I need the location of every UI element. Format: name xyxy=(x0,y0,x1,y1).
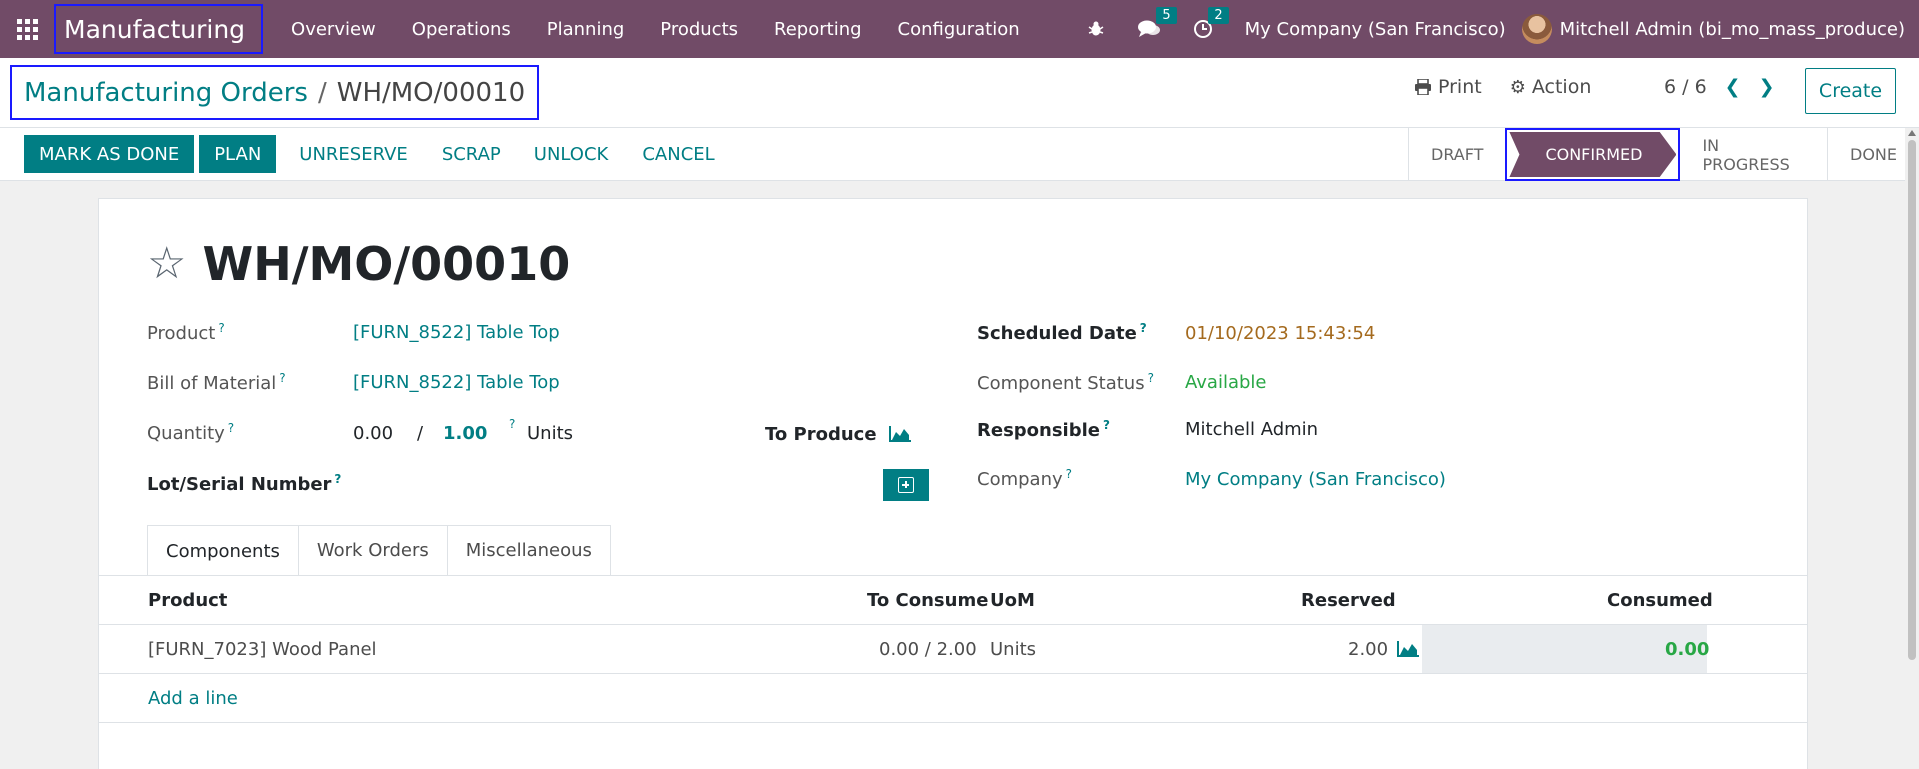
scheduled-date-label: Scheduled Date? xyxy=(977,321,1147,344)
add-line-row: Add a line xyxy=(99,674,1807,723)
row-to-consume: 0.00 / 2.00 xyxy=(879,639,977,660)
app-name[interactable]: Manufacturing xyxy=(54,4,264,54)
row-reserved: 2.00 xyxy=(1348,639,1389,660)
qty-help: ? xyxy=(509,417,516,431)
menu-reporting[interactable]: Reporting xyxy=(756,19,880,40)
qty-separator: / xyxy=(417,423,424,444)
breadcrumb: Manufacturing Orders / WH/MO/00010 xyxy=(10,65,540,120)
scroll-up-icon[interactable] xyxy=(1908,130,1916,136)
user-menu[interactable]: Mitchell Admin (bi_mo_mass_produce) xyxy=(1521,14,1919,44)
debug-bug-icon[interactable] xyxy=(1071,20,1121,38)
control-panel: Manufacturing Orders / WH/MO/00010 Print… xyxy=(0,58,1919,128)
quantity-label: Quantity? xyxy=(147,421,235,444)
scrap-button[interactable]: SCRAP xyxy=(426,135,517,173)
pager-previous-icon[interactable]: ❮ xyxy=(1725,76,1741,98)
forecast-chart-icon[interactable] xyxy=(889,426,911,442)
company-switcher[interactable]: My Company (San Francisco) xyxy=(1229,19,1522,40)
row-uom: Units xyxy=(990,639,1037,660)
scheduled-date-field[interactable]: 01/10/2023 15:43:54 xyxy=(1185,323,1375,344)
components-table: Product To Consume UoM Reserved Consumed… xyxy=(99,576,1807,723)
responsible-field[interactable]: Mitchell Admin xyxy=(1185,419,1318,440)
stage-draft[interactable]: DRAFT xyxy=(1408,128,1505,181)
activities-clock-icon[interactable]: 2 xyxy=(1177,7,1229,39)
action-label: Action xyxy=(1531,76,1592,98)
create-button[interactable]: Create xyxy=(1805,68,1896,114)
cancel-button[interactable]: CANCEL xyxy=(625,135,731,173)
user-name: Mitchell Admin (bi_mo_mass_produce) xyxy=(1559,18,1905,40)
col-uom[interactable]: UoM xyxy=(990,590,1035,611)
generate-serial-button[interactable] xyxy=(883,469,929,501)
action-button[interactable]: ⚙ Action xyxy=(1510,76,1592,98)
product-field[interactable]: [FURN_8522] Table Top xyxy=(353,322,560,343)
print-icon xyxy=(1415,79,1431,95)
breadcrumb-current: WH/MO/00010 xyxy=(336,77,526,108)
table-header: Product To Consume UoM Reserved Consumed xyxy=(99,576,1807,625)
row-product[interactable]: [FURN_7023] Wood Panel xyxy=(148,639,377,660)
pager-value[interactable]: 6 / 6 xyxy=(1664,76,1707,98)
component-status-value: Available xyxy=(1185,372,1267,393)
gear-icon: ⚙ xyxy=(1509,76,1526,98)
favorite-star-icon[interactable]: ☆ xyxy=(147,242,186,286)
statusbar: MARK AS DONE PLAN UNRESERVE SCRAP UNLOCK… xyxy=(0,128,1919,181)
menu-products[interactable]: Products xyxy=(642,19,756,40)
print-label: Print xyxy=(1438,76,1482,98)
table-row[interactable]: [FURN_7023] Wood Panel 0.00 / 2.00 Units… xyxy=(99,625,1807,674)
menu-planning[interactable]: Planning xyxy=(529,19,643,40)
col-to-consume[interactable]: To Consume xyxy=(867,590,988,611)
activities-badge: 2 xyxy=(1208,7,1229,24)
plus-square-icon xyxy=(898,477,914,493)
stage-confirmed-label: CONFIRMED xyxy=(1509,132,1677,177)
bom-field[interactable]: [FURN_8522] Table Top xyxy=(353,372,560,393)
menu-configuration[interactable]: Configuration xyxy=(880,19,1038,40)
responsible-label: Responsible? xyxy=(977,418,1110,441)
qty-total-input[interactable]: 1.00 xyxy=(443,423,487,444)
pager: 6 / 6 ❮ ❯ xyxy=(1664,76,1775,98)
breadcrumb-parent-link[interactable]: Manufacturing Orders xyxy=(24,78,308,108)
scrollbar[interactable] xyxy=(1905,128,1919,769)
avatar xyxy=(1521,14,1552,44)
pager-next-icon[interactable]: ❯ xyxy=(1759,76,1775,98)
scroll-thumb[interactable] xyxy=(1908,140,1916,660)
qty-uom: Units xyxy=(527,423,574,444)
unreserve-button[interactable]: UNRESERVE xyxy=(281,135,426,173)
stage-confirmed[interactable]: CONFIRMED xyxy=(1505,128,1681,181)
menu-operations[interactable]: Operations xyxy=(394,19,529,40)
component-status-label: Component Status? xyxy=(977,371,1154,394)
col-reserved[interactable]: Reserved xyxy=(1301,590,1396,611)
stage-pipeline: DRAFT CONFIRMED IN PROGRESS DONE xyxy=(1408,128,1919,181)
notebook-tabs: Components Work Orders Miscellaneous xyxy=(147,525,611,576)
mark-as-done-button[interactable]: MARK AS DONE xyxy=(24,135,195,173)
company-field[interactable]: My Company (San Francisco) xyxy=(1185,469,1446,490)
tab-miscellaneous[interactable]: Miscellaneous xyxy=(446,525,611,575)
product-label: Product? xyxy=(147,321,225,344)
col-consumed[interactable]: Consumed xyxy=(1607,590,1713,611)
row-forecast-chart-icon[interactable] xyxy=(1397,641,1419,657)
company-label: Company? xyxy=(977,467,1073,490)
form-sheet: ☆ WH/MO/00010 Product? [FURN_8522] Table… xyxy=(98,198,1808,769)
tab-components[interactable]: Components xyxy=(147,525,299,576)
add-a-line-link[interactable]: Add a line xyxy=(148,688,238,709)
top-navbar: Manufacturing Overview Operations Planni… xyxy=(0,0,1919,58)
record-title: WH/MO/00010 xyxy=(202,237,571,291)
breadcrumb-separator: / xyxy=(317,77,327,108)
main-menu: Overview Operations Planning Products Re… xyxy=(273,0,1038,58)
tab-work-orders[interactable]: Work Orders xyxy=(297,525,448,575)
col-product[interactable]: Product xyxy=(148,590,227,611)
unlock-button[interactable]: UNLOCK xyxy=(517,135,626,173)
to-produce-label: To Produce xyxy=(765,424,877,445)
print-button[interactable]: Print xyxy=(1414,76,1482,98)
qty-produced: 0.00 xyxy=(353,423,394,444)
row-consumed[interactable]: 0.00 xyxy=(1665,639,1709,660)
bom-label: Bill of Material? xyxy=(147,371,286,394)
plan-button[interactable]: PLAN xyxy=(199,135,277,173)
apps-menu-icon[interactable] xyxy=(0,0,54,58)
menu-overview[interactable]: Overview xyxy=(273,19,394,40)
lot-serial-label: Lot/Serial Number? xyxy=(147,472,342,495)
stage-in-progress[interactable]: IN PROGRESS xyxy=(1680,128,1827,181)
messages-icon[interactable]: 5 xyxy=(1121,7,1177,39)
messages-badge: 5 xyxy=(1156,7,1177,24)
